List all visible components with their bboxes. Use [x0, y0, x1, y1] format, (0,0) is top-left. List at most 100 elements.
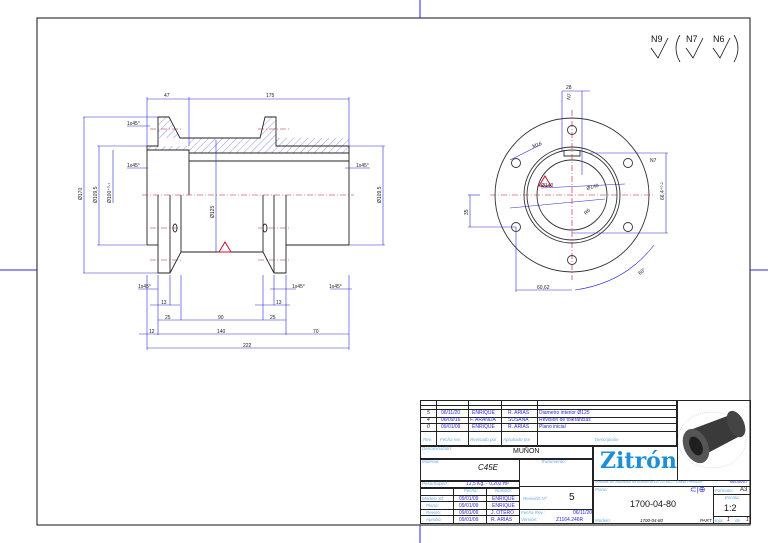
- rev-date: 09/01/09: [441, 424, 461, 430]
- signoff-role: Modelo 3d:: [422, 496, 445, 501]
- material-label: Material:: [422, 459, 440, 464]
- dim-chamfer: 1x45°: [127, 163, 140, 169]
- roughness-n7: N7: [650, 158, 657, 164]
- roughness-symbols: N9 N7 N6: [650, 34, 739, 63]
- dim-m16: M16: [532, 141, 543, 150]
- rev-date: 06/09/16: [441, 417, 461, 423]
- fecha-rev-label: Fecha Rev.:: [521, 510, 545, 515]
- modelo-value: 1700-04-80: [640, 518, 664, 523]
- modelo-label: Modelo:: [595, 518, 612, 523]
- rev-approved: R. ARIAS: [508, 424, 530, 430]
- dim-28: 28: [566, 85, 572, 91]
- formato-label: Formato:: [715, 488, 734, 493]
- dim-r6: R6: [583, 207, 592, 216]
- rev-reviewed: ENRIQUE: [472, 410, 495, 416]
- dim-dia-100: Ø100⁺⁰·¹: [107, 182, 113, 203]
- dim-12: 12: [149, 329, 155, 335]
- dim-chamfer: 1x45°: [329, 284, 342, 290]
- dim-dia-140-inner: Ø140: [541, 183, 553, 189]
- roughness-n6: N6: [713, 34, 725, 44]
- hoja-value: 1: [727, 517, 730, 523]
- signoff-role: Plano:: [426, 503, 439, 508]
- drawing-number: 1700-04-80: [630, 499, 677, 509]
- denominacion-label: Denominación:: [422, 446, 453, 451]
- dim-chamfer: 1x45°: [292, 284, 305, 290]
- escala-label: Escala:: [725, 495, 740, 500]
- formato-value: A3: [740, 487, 748, 493]
- dim-dia-109-right: Ø109,5: [377, 186, 383, 203]
- rev-reviewed: F. ARANDA: [470, 417, 496, 423]
- signoff-date: 09/01/09: [459, 510, 479, 516]
- projection-symbol-icon: ⊂|⊕: [690, 485, 706, 494]
- plano-label: Plano:: [595, 487, 608, 492]
- dim-chamfer: 1x45°: [138, 284, 151, 290]
- part-label: PART: [700, 518, 712, 523]
- tratamiento-label: Tratamiento:: [541, 459, 566, 464]
- revision-triangle-icon: [218, 241, 232, 253]
- signoff-name: R. ARIAS: [491, 517, 513, 523]
- dim-140: 140: [217, 329, 226, 335]
- rev-number: 5: [427, 410, 430, 416]
- hoja-label: Hoja:: [713, 518, 724, 523]
- header-approved: Aprobado por: [503, 437, 531, 442]
- dim-60-deg: 60°: [637, 267, 647, 276]
- dim-dia-170: Ø170: [78, 188, 84, 200]
- rev-number: 0: [427, 424, 430, 430]
- signoff-role: Revisó:: [426, 510, 442, 515]
- hoja-total: 1: [746, 517, 749, 523]
- dim-chamfer: 1x45°: [127, 121, 140, 127]
- roughness-n7: N7: [686, 34, 698, 44]
- signoff-date: 09/01/09: [459, 517, 479, 523]
- signoff-role: Aprobó:: [426, 517, 442, 522]
- dim-dia-140: Ø140: [586, 183, 600, 192]
- dim-47: 47: [164, 93, 170, 99]
- tolerance-grade: MEDIANO: [730, 480, 747, 484]
- rev-desc: Diametro interior Ø125: [539, 410, 590, 416]
- fecha-rev-value: 06/11/20: [573, 510, 593, 516]
- signoff-date: 09/01/09: [459, 503, 479, 509]
- rev-number: 4: [427, 417, 430, 423]
- front-view: 28 N7 N7 M16 Ø140 Ø140 R6 35 66,4⁺⁰·² 60…: [464, 85, 668, 292]
- signoff-date: 09/01/09: [459, 496, 479, 502]
- rev-reviewed: ENRIQUE: [472, 424, 495, 430]
- dim-175: 175: [266, 93, 275, 99]
- rev-desc: Plano inicial: [539, 424, 566, 430]
- dim-dia-125: Ø125: [210, 206, 216, 218]
- zitron-logo: Zitrón: [600, 448, 677, 474]
- de-label: de: [735, 518, 741, 523]
- part-name: MUÑON: [513, 448, 540, 455]
- header-date: Fecha rev.: [440, 437, 461, 442]
- nombre-label: Nombre:: [495, 488, 513, 493]
- version-value: Z1164.246R: [556, 517, 584, 523]
- drawing-sheet: N9 N7 N6 47 175 1x45° 1x45° 1x45° Ø170 Ø…: [0, 0, 768, 543]
- peso-label: Peso/Superf.:: [422, 481, 450, 486]
- header-reviewed: Revisado por: [470, 437, 497, 442]
- header-rev: Rev.: [423, 437, 432, 442]
- fecha-label: Fecha:: [464, 488, 478, 493]
- dim-13: 13: [161, 300, 167, 306]
- rev-desc: Revision de tolerancias: [539, 417, 591, 423]
- dim-90: 90: [218, 315, 224, 321]
- dim-66-4: 66,4⁺⁰·²: [660, 182, 666, 200]
- rev-approved: R. ARIAS: [508, 410, 530, 416]
- escala-value: 1:2: [724, 503, 737, 513]
- roughness-n7: N7: [566, 93, 573, 101]
- dim-dia-109: Ø109,5: [93, 186, 99, 203]
- signoff-name: ENRIQUE: [492, 496, 515, 502]
- roughness-main: N9: [651, 34, 663, 44]
- revision-value: 5: [569, 492, 575, 503]
- dim-25: 25: [270, 315, 276, 321]
- dim-35: 35: [464, 209, 470, 215]
- side-view-section: 47 175 1x45° 1x45° 1x45° Ø170 Ø109,5 Ø10…: [78, 93, 385, 350]
- dim-60-62: 60,62: [537, 285, 550, 291]
- dim-13: 13: [276, 300, 282, 306]
- signoff-name: J. OTERO: [491, 510, 515, 516]
- rev-approved: SUSANA: [508, 417, 529, 423]
- dim-70: 70: [313, 329, 319, 335]
- revision-label: Revisión Nº:: [523, 496, 548, 501]
- rev-date: 06/11/20: [441, 410, 461, 416]
- version-label: Versión:: [521, 517, 538, 522]
- dim-25: 25: [165, 315, 171, 321]
- peso-value: 12,5 Kg. - 0,202 m²: [466, 481, 509, 487]
- signoff-name: ENRIQUE: [492, 503, 515, 509]
